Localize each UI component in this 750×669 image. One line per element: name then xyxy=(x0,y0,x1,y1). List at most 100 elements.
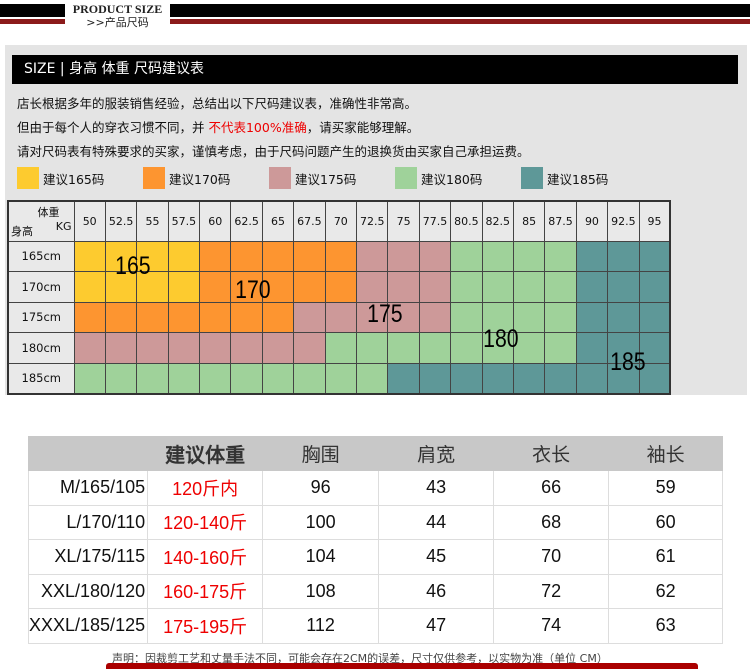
grid-cell xyxy=(607,271,640,303)
size-row: XXXL/185/125 175-195斤 112 47 74 63 xyxy=(27,608,724,644)
grid-row: 175cm xyxy=(7,301,671,333)
size-row: L/170/110 120-140斤 100 44 68 60 xyxy=(27,504,724,540)
size-row: XL/175/115 140-160斤 104 45 70 61 xyxy=(27,539,724,575)
grid-cell xyxy=(450,332,483,364)
grid-cell xyxy=(575,271,609,303)
grid-corner: 体重 KG 身高 xyxy=(7,200,75,242)
size-cell: 120斤内 xyxy=(147,470,264,506)
size-header: 袖长 xyxy=(608,436,724,471)
grid-cell xyxy=(167,362,201,394)
size-cell: 74 xyxy=(493,608,610,644)
size-cell: 72 xyxy=(493,573,610,609)
grid-cell xyxy=(136,362,169,394)
size-table: 建议体重 胸围 肩宽 衣长 袖长 M/165/105 120斤内 96 43 66 59 L/170/… xyxy=(27,436,724,644)
zone-label: 165 xyxy=(115,252,151,280)
grid-cell xyxy=(575,362,609,394)
grid-cell xyxy=(387,362,420,394)
grid-cell xyxy=(261,362,295,394)
weight-header: 65 xyxy=(261,200,295,242)
size-cell: L/170/110 xyxy=(27,504,149,540)
grid-cell xyxy=(481,240,514,272)
grid-cell xyxy=(167,271,201,303)
grid-cell xyxy=(638,240,671,272)
height-label: 185cm xyxy=(7,362,75,394)
legend-swatch xyxy=(395,167,417,189)
grid-cell xyxy=(104,332,138,364)
grid-cell xyxy=(324,301,358,333)
grid-cell xyxy=(73,301,106,333)
zone-label: 180 xyxy=(483,325,519,353)
legend-swatch xyxy=(269,167,291,189)
weight-header: 50 xyxy=(73,200,106,242)
weight-header: 80.5 xyxy=(450,200,483,242)
weight-header: 67.5 xyxy=(293,200,326,242)
size-cell: 63 xyxy=(608,608,724,644)
legend-item: 建议185码 xyxy=(521,167,647,189)
legend-item: 建议180码 xyxy=(395,167,521,189)
size-cell: 45 xyxy=(378,539,495,575)
size-cell: 66 xyxy=(493,470,610,506)
size-cell: 160-175斤 xyxy=(147,573,264,609)
size-header: 衣长 xyxy=(493,436,610,471)
size-header xyxy=(27,436,149,471)
grid-cell xyxy=(73,332,106,364)
footer-bar xyxy=(106,663,698,669)
note-2: 但由于每个人的穿衣习惯不同，并 不代表100%准确，请买家能够理解。 xyxy=(17,117,419,136)
grid-cell xyxy=(512,240,546,272)
grid-cell xyxy=(418,271,452,303)
note-2a: 但由于每个人的穿衣习惯不同，并 xyxy=(17,120,209,135)
grid-cell xyxy=(481,271,514,303)
legend-label: 建议175码 xyxy=(295,171,357,187)
grid-cell xyxy=(387,240,420,272)
weight-header: 72.5 xyxy=(356,200,389,242)
weight-header: 87.5 xyxy=(544,200,577,242)
note-3: 请对尺码表有特殊要求的买家，谨慎考虑，由于尺码问题产生的退换货由买家自己承担运费… xyxy=(17,144,530,159)
grid-cell xyxy=(324,332,358,364)
grid-cell xyxy=(575,332,609,364)
grid-cell xyxy=(293,332,326,364)
grid-cell xyxy=(104,301,138,333)
legend-label: 建议165码 xyxy=(43,171,105,187)
grid-cell xyxy=(324,271,358,303)
grid-cell xyxy=(261,240,295,272)
size-cell: 120-140斤 xyxy=(147,504,264,540)
grid-cell xyxy=(607,301,640,333)
banner-title: PRODUCT SIZE xyxy=(72,2,163,16)
size-cell: 70 xyxy=(493,539,610,575)
size-cell: 46 xyxy=(378,573,495,609)
grid-cell xyxy=(293,240,326,272)
grid-cell xyxy=(324,362,358,394)
banner-subtitle: >>产品尺码 xyxy=(86,16,149,29)
grid-cell xyxy=(293,362,326,394)
grid-cell xyxy=(199,332,232,364)
size-cell: 175-195斤 xyxy=(147,608,264,644)
size-header: 建议体重 xyxy=(147,436,264,471)
size-cell: 47 xyxy=(378,608,495,644)
size-cell: 68 xyxy=(493,504,610,540)
grid-cell xyxy=(73,271,106,303)
size-cell: 61 xyxy=(608,539,724,575)
size-header-row: 建议体重 胸围 肩宽 衣长 袖长 xyxy=(27,436,724,471)
grid-cell xyxy=(512,271,546,303)
grid-cell xyxy=(167,332,201,364)
grid-cell xyxy=(199,240,232,272)
legend-label: 建议185码 xyxy=(547,171,609,187)
grid-cell xyxy=(575,301,609,333)
zone-label: 170 xyxy=(235,276,271,304)
grid-cell xyxy=(450,271,483,303)
weight-header: 75 xyxy=(387,200,420,242)
grid-row: 180cm xyxy=(7,332,671,364)
grid-cell xyxy=(512,362,546,394)
grid-row: 185cm xyxy=(7,362,671,394)
size-header: 肩宽 xyxy=(378,436,495,471)
corner-weight: 体重 xyxy=(37,206,60,219)
size-cell: 140-160斤 xyxy=(147,539,264,575)
grid-cell xyxy=(544,362,577,394)
legend-label: 建议180码 xyxy=(421,171,483,187)
size-cell: 100 xyxy=(262,504,380,540)
grid-cell xyxy=(575,240,609,272)
grid-cell xyxy=(418,301,452,333)
grid-cell xyxy=(356,332,389,364)
legend-label: 建议170码 xyxy=(169,171,231,187)
size-cell: 96 xyxy=(262,470,380,506)
